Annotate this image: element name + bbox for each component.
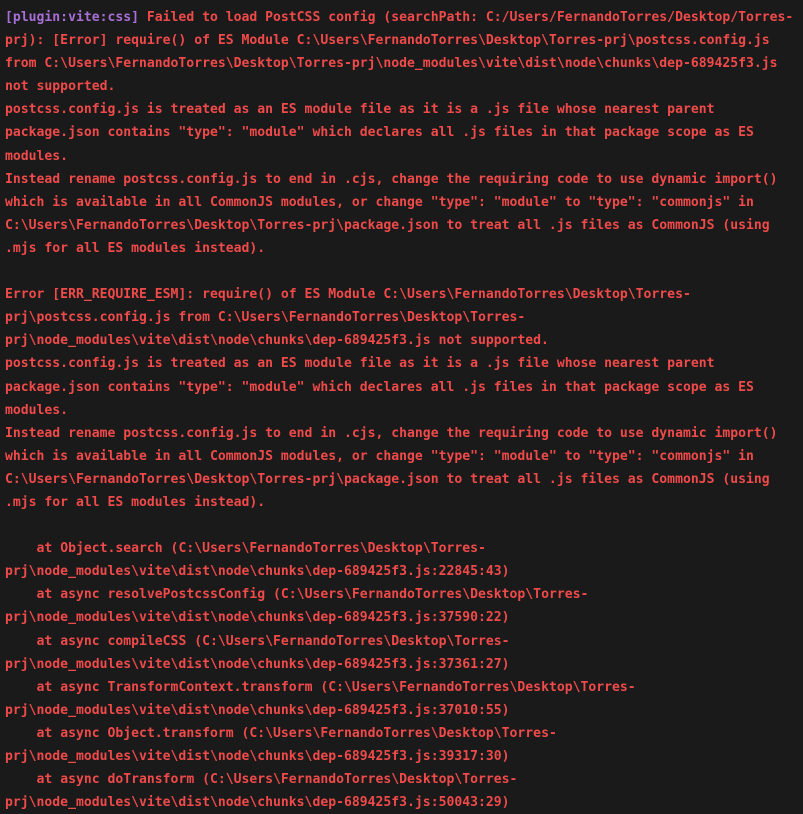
stack-trace-line: at async TransformContext.transform (C:\… — [5, 679, 636, 718]
secondary-error-line: Error [ERR_REQUIRE_ESM]: require() of ES… — [5, 287, 691, 349]
primary-error-line: Instead rename postcss.config.js to end … — [5, 171, 786, 256]
stack-trace-line: at Object.search (C:\Users\FernandoTorre… — [5, 541, 510, 580]
stack-trace-line: at async compileCSS (C:\Users\FernandoTo… — [5, 633, 510, 672]
stack-trace-line: at async resolvePostcssConfig (C:\Users\… — [5, 587, 589, 626]
plugin-tag: [plugin:vite:css] — [5, 10, 140, 25]
terminal-error-output: [plugin:vite:css] Failed to load PostCSS… — [0, 0, 803, 810]
stack-trace-line: at async Object.transform (C:\Users\Fern… — [5, 725, 557, 764]
secondary-error-line: postcss.config.js is treated as an ES mo… — [5, 356, 762, 418]
secondary-error-line: Instead rename postcss.config.js to end … — [5, 425, 786, 510]
primary-error-line: [plugin:vite:css] Failed to load PostCSS… — [5, 10, 794, 95]
primary-error-line: postcss.config.js is treated as an ES mo… — [5, 102, 762, 164]
stack-trace-line: at async doTransform (C:\Users\FernandoT… — [5, 772, 518, 811]
